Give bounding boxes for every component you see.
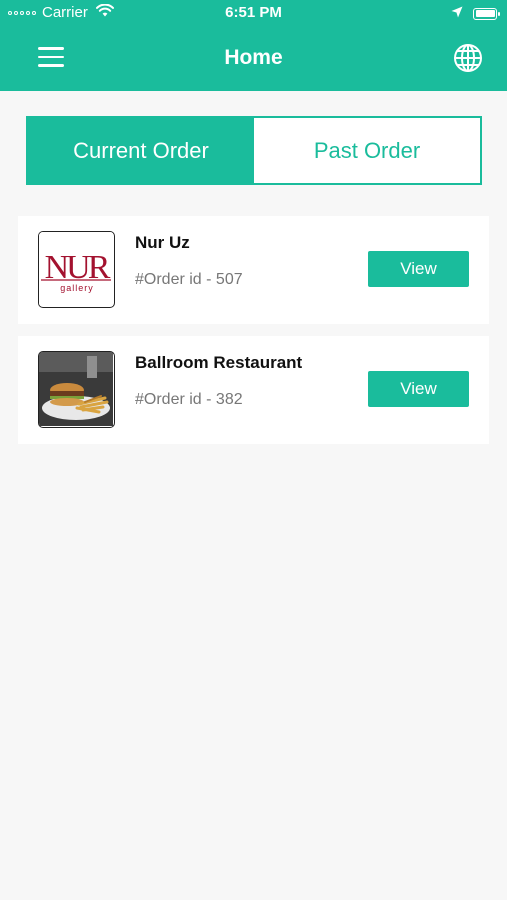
view-order-button[interactable]: View — [368, 371, 469, 407]
restaurant-name: Ballroom Restaurant — [135, 353, 303, 372]
restaurant-logo: NUR gallery — [38, 231, 115, 308]
view-order-button[interactable]: View — [368, 251, 469, 287]
tab-past-order[interactable]: Past Order — [254, 118, 480, 183]
logo-subtext: gallery — [60, 283, 94, 293]
status-time: 6:51 PM — [225, 4, 282, 21]
restaurant-name: Nur Uz — [135, 233, 190, 252]
location-arrow-icon — [451, 5, 463, 22]
order-tabs: Current Order Past Order — [26, 116, 482, 185]
restaurant-photo — [38, 351, 115, 428]
page-title: Home — [224, 46, 283, 69]
status-right — [451, 5, 500, 22]
globe-icon[interactable] — [453, 43, 483, 73]
tab-current-order[interactable]: Current Order — [28, 118, 254, 183]
order-id: #Order id - 382 — [135, 391, 243, 408]
order-card[interactable]: NUR gallery Nur Uz #Order id - 507 View — [18, 216, 489, 324]
order-card[interactable]: Ballroom Restaurant #Order id - 382 View — [18, 336, 489, 444]
app-header: Carrier 6:51 PM Home — [0, 0, 507, 91]
status-bar: Carrier 6:51 PM — [0, 0, 507, 26]
battery-icon — [473, 7, 500, 20]
order-id: #Order id - 507 — [135, 271, 243, 288]
